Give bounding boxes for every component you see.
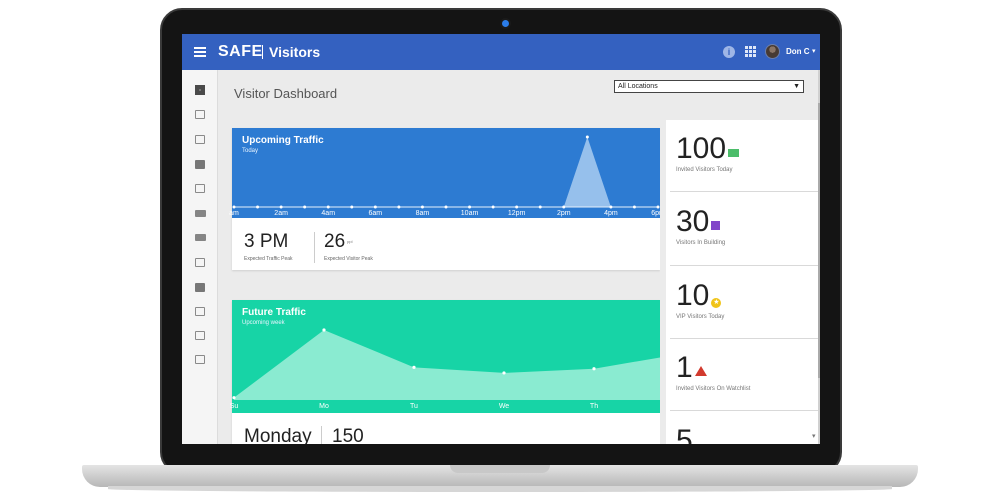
future-point xyxy=(592,367,596,371)
stat-separator xyxy=(670,265,820,266)
upcoming-tick-label: 12pm xyxy=(507,210,526,217)
stat-value: 30 xyxy=(676,205,710,238)
expected-traffic-peak: 3 PM Expected Traffic Peak xyxy=(244,231,293,262)
future-x-axis: SuMoTuWeThFr xyxy=(229,401,687,413)
laptop-notch xyxy=(450,465,550,473)
info-icon[interactable]: i xyxy=(723,46,735,58)
future-point xyxy=(232,396,236,400)
location-select-value: All Locations xyxy=(618,83,658,90)
menu-icon[interactable] xyxy=(194,47,206,57)
future-point xyxy=(412,365,416,369)
expected-visitor-peak: 26 ppl Expected Visitor Peak xyxy=(324,231,373,262)
chart-title: Future Traffic xyxy=(242,307,306,318)
app-screen: SAFE Visitors i Don C ▾ Visitor Dashboar… xyxy=(182,34,820,444)
upcoming-tick-label: 6am xyxy=(368,210,383,217)
future-point xyxy=(322,328,326,332)
calendar-add-icon[interactable] xyxy=(195,307,205,316)
stat-label: Invited Visitors On Watchlist xyxy=(676,386,751,392)
future-tick-label: We xyxy=(498,403,510,410)
page-title: Visitor Dashboard xyxy=(234,86,338,101)
peak-visitors-label: Expected Visitor Peak xyxy=(324,256,373,262)
sign-in-icon[interactable] xyxy=(195,110,205,119)
peak-time-value: 3 PM xyxy=(244,231,289,252)
chevron-down-icon[interactable]: ▾ xyxy=(812,47,816,55)
truck-icon[interactable] xyxy=(195,210,206,217)
stats-column: 100 Invited Visitors Today 30 Visitors I… xyxy=(660,120,820,445)
stat-label: Visitors In Building xyxy=(676,240,726,246)
chart-subtitle: Today xyxy=(242,148,259,154)
future-count: 150 xyxy=(332,426,364,444)
calendar-icon[interactable] xyxy=(195,258,205,267)
peak-time-label: Expected Traffic Peak xyxy=(244,256,293,262)
future-count-summary: 150 xyxy=(332,426,364,444)
app-title: Visitors xyxy=(269,44,321,60)
stat-label: VIP Visitors Today xyxy=(676,314,725,320)
building-icon xyxy=(711,221,721,230)
stat-value: 5 xyxy=(676,424,693,445)
logout-icon[interactable] xyxy=(195,355,205,364)
badge-icon[interactable] xyxy=(195,160,205,169)
future-tick-label: Tu xyxy=(410,403,418,410)
user-avatar-icon[interactable] xyxy=(765,44,780,59)
app-header: SAFE Visitors i Don C ▾ xyxy=(182,34,820,70)
stat-value: 1 xyxy=(676,351,693,384)
peak-visitors-value: 26 xyxy=(324,231,346,252)
stat-separator xyxy=(670,191,820,192)
future-traffic-card: Future Traffic Upcoming week SuMoTuWeThF… xyxy=(229,300,687,444)
stat-separator xyxy=(670,338,820,339)
upcoming-tick-label: 2pm xyxy=(556,210,571,217)
id-card-icon[interactable] xyxy=(195,184,205,193)
chevron-down-icon: ▼ xyxy=(793,83,800,90)
laptop-foot xyxy=(108,486,892,492)
dashboard-icon[interactable] xyxy=(195,85,205,95)
stat-divider xyxy=(314,232,315,263)
upcoming-tick-label: 2am xyxy=(274,210,288,217)
future-day: Monday xyxy=(244,426,312,444)
camera-icon xyxy=(502,20,509,27)
upcoming-tick-label: am xyxy=(229,210,239,217)
upcoming-x-axis: am 2am 4am 6am 8am 10am 12pm 2pm 4pm 6pm xyxy=(229,208,665,220)
apps-grid-icon[interactable] xyxy=(745,46,756,57)
star-icon: ★ xyxy=(711,298,722,308)
sidebar xyxy=(182,70,218,444)
checklist-icon[interactable] xyxy=(195,283,205,292)
vip-visitors-stat: 10 ★ VIP Visitors Today xyxy=(676,279,804,321)
future-tick-label: Th xyxy=(589,403,599,410)
future-day-summary: Monday xyxy=(244,426,312,444)
future-tick-label: Su xyxy=(229,403,239,410)
upcoming-tick-label: 10am xyxy=(460,210,479,217)
location-select[interactable]: All Locations ▼ xyxy=(614,80,804,93)
upcoming-tick-label: 8am xyxy=(415,210,430,217)
stat-value: 10 xyxy=(676,279,710,312)
upcoming-tick-label: 4am xyxy=(321,210,336,217)
invited-visitors-stat: 100 Invited Visitors Today xyxy=(676,134,804,173)
chart-subtitle: Upcoming week xyxy=(242,320,285,326)
fifth-stat: 5 xyxy=(676,424,804,445)
chart-title: Upcoming Traffic xyxy=(242,135,324,146)
watchlist-visitors-stat: 1 Invited Visitors On Watchlist xyxy=(676,351,804,398)
future-point xyxy=(502,371,506,375)
stat-separator xyxy=(670,410,820,411)
visitors-in-building-stat: 30 Visitors In Building xyxy=(676,205,804,247)
sign-out-icon[interactable] xyxy=(195,135,205,144)
brand-logo: SAFE xyxy=(218,43,263,60)
login-icon[interactable] xyxy=(195,331,205,340)
peak-visitors-unit: ppl xyxy=(347,239,353,244)
delivery-truck-icon[interactable] xyxy=(195,234,206,241)
stat-label: Invited Visitors Today xyxy=(676,167,733,173)
upcoming-tick-label: 4pm xyxy=(604,210,618,217)
mail-icon xyxy=(728,149,740,157)
upcoming-point xyxy=(585,135,589,139)
upcoming-traffic-card: Upcoming Traffic Today am 2am 4am 6am 8am 10a… xyxy=(229,128,665,270)
warning-icon xyxy=(694,366,707,397)
scroll-down-icon[interactable]: ▾ xyxy=(812,432,816,440)
future-tick-label: Mo xyxy=(319,403,329,410)
stat-divider xyxy=(321,426,322,444)
brand-divider xyxy=(262,45,263,59)
stat-value: 100 xyxy=(676,132,727,165)
scrollbar-thumb[interactable] xyxy=(818,103,820,378)
user-menu-name[interactable]: Don C xyxy=(786,47,810,56)
